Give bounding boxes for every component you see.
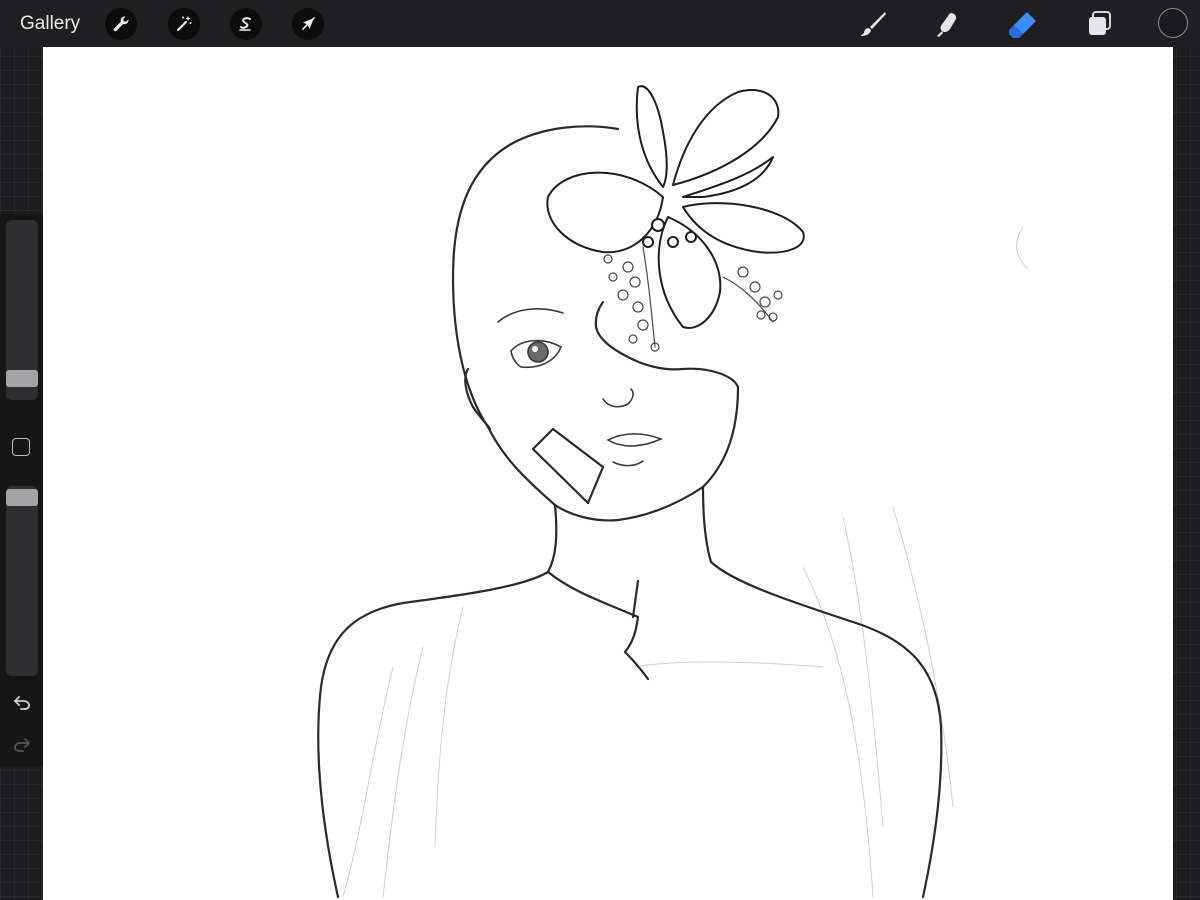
brush-opacity-slider[interactable] (6, 486, 38, 676)
brush-opacity-thumb[interactable] (6, 489, 38, 507)
arrow-cursor-icon[interactable] (292, 8, 324, 40)
top-toolbar: Gallery (0, 0, 1200, 47)
redo-icon[interactable] (10, 732, 34, 756)
undo-icon[interactable] (10, 690, 34, 714)
brush-size-slider[interactable] (6, 220, 38, 400)
color-swatch[interactable] (1158, 8, 1188, 38)
wrench-icon[interactable] (105, 8, 137, 40)
magic-wand-icon[interactable] (168, 8, 200, 40)
smudge-icon[interactable] (929, 6, 965, 42)
lily-flower (546, 85, 805, 329)
layers-icon[interactable] (1081, 6, 1117, 42)
brush-icon[interactable] (855, 6, 891, 42)
brush-size-thumb[interactable] (6, 369, 38, 387)
modify-button[interactable] (12, 438, 30, 456)
selection-s-icon[interactable] (230, 8, 262, 40)
face-features (497, 308, 664, 467)
drawing-canvas[interactable] (43, 47, 1173, 900)
eraser-icon[interactable] (1005, 6, 1041, 42)
sketch-artwork (317, 85, 1029, 899)
gallery-button[interactable]: Gallery (20, 13, 80, 35)
left-sidebar (0, 214, 43, 766)
